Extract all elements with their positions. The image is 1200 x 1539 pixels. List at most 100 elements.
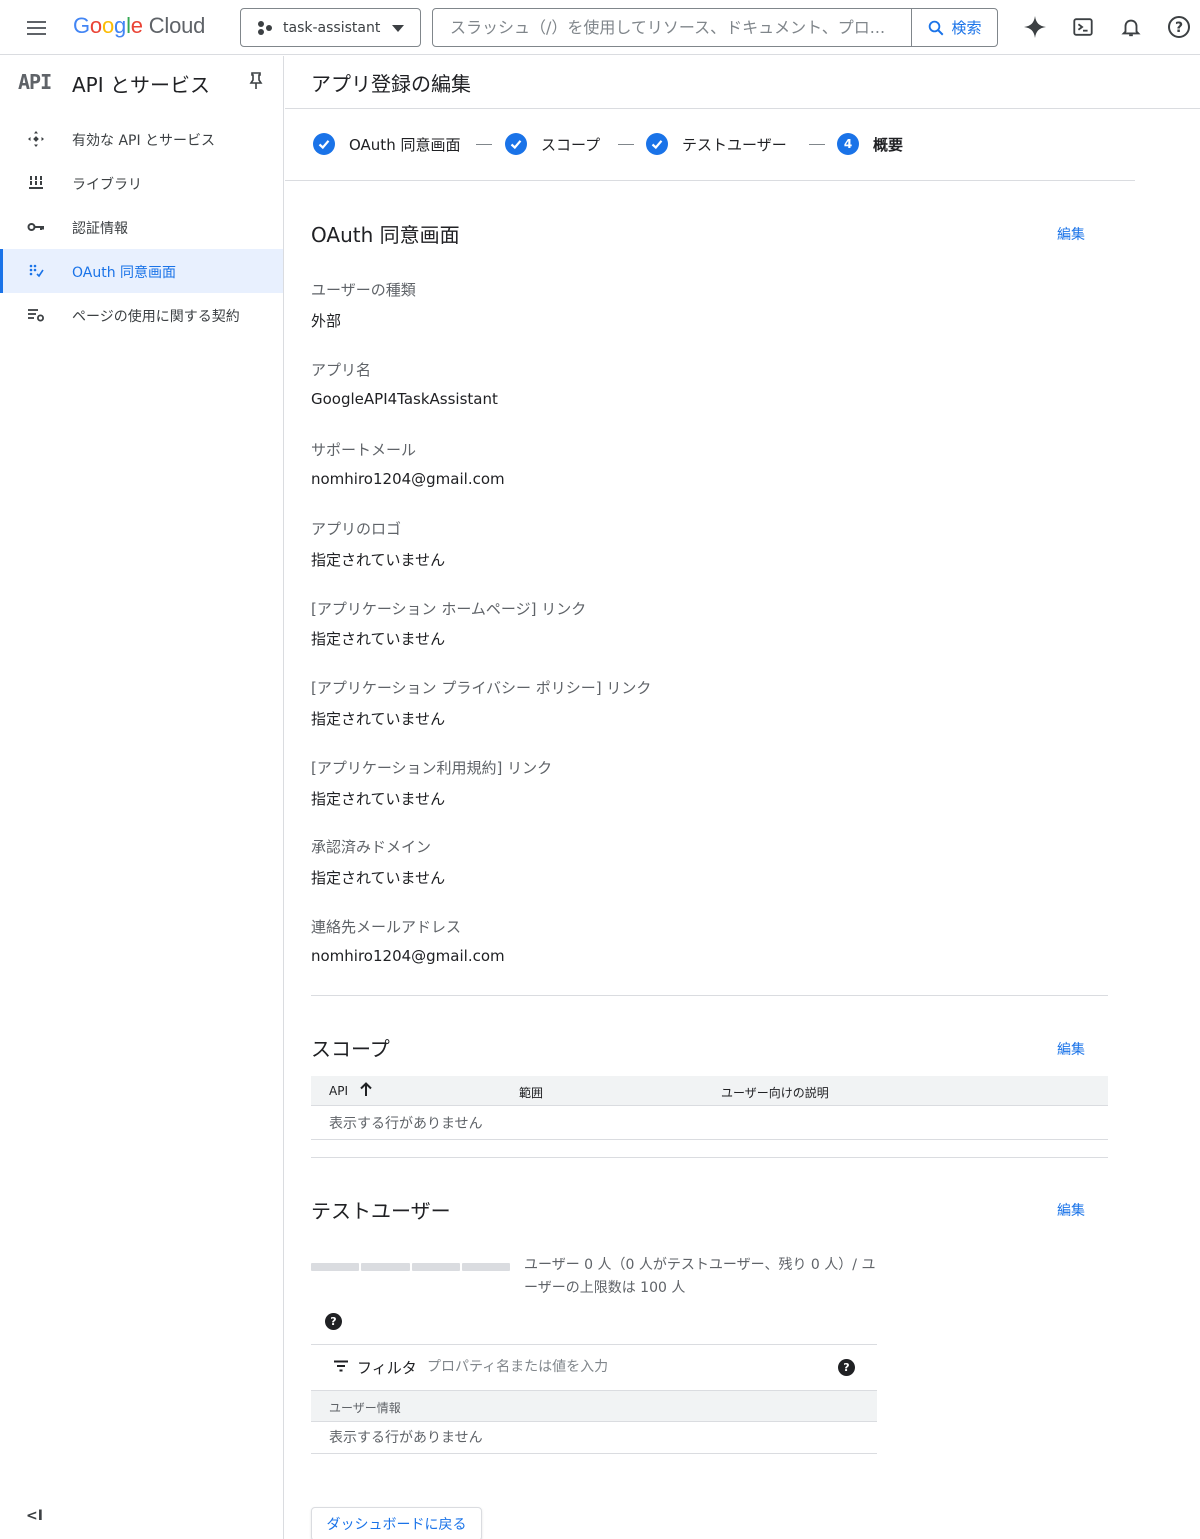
field-value-authorized-domains: 指定されていません (311, 869, 446, 887)
sidebar-item-label: ライブラリ (72, 177, 142, 193)
sort-ascending-icon[interactable] (359, 1081, 373, 1100)
field-value-privacy-policy-link: 指定されていません (311, 710, 446, 728)
sidebar-item-credentials[interactable]: 認証情報 (0, 205, 283, 249)
section-divider (311, 1157, 1108, 1158)
step-separator (618, 144, 634, 145)
stepper: OAuth 同意画面 スコープ テストユーザー 4 概要 (285, 109, 1135, 181)
edit-oauth-link[interactable]: 編集 (1057, 224, 1085, 244)
field-label-contact-email: 連絡先メールアドレス (311, 918, 462, 936)
cloud-shell-icon[interactable] (1069, 13, 1097, 41)
step-test-users[interactable]: テストユーザー (646, 133, 787, 155)
top-bar: Google Cloud task-assistant 検索 ? (0, 0, 1200, 55)
check-icon (646, 133, 668, 155)
field-label-authorized-domains: 承認済みドメイン (311, 838, 432, 856)
oauth-consent-icon (26, 261, 46, 281)
project-picker[interactable]: task-assistant (240, 8, 421, 47)
filter-icon (333, 1360, 349, 1376)
oauth-section-title: OAuth 同意画面 (311, 223, 460, 247)
user-quota-progress-bar (311, 1263, 510, 1271)
sidebar: API API とサービス 有効な API とサービス ライブラリ 認証情報 O… (0, 56, 284, 1539)
step-oauth-consent[interactable]: OAuth 同意画面 (313, 133, 460, 155)
pin-icon[interactable] (248, 72, 264, 94)
field-label-tos-link: [アプリケーション利用規約] リンク (311, 759, 553, 777)
main-content: アプリ登録の編集 OAuth 同意画面 スコープ テストユーザー 4 概要 OA… (285, 56, 1200, 1539)
progress-segment (311, 1263, 360, 1271)
key-icon (26, 217, 46, 237)
google-cloud-logo[interactable]: Google Cloud (73, 13, 205, 39)
scopes-section-title: スコープ (311, 1037, 390, 1061)
step-summary: 4 概要 (837, 133, 903, 155)
table-bottom-border (311, 1453, 877, 1454)
search-bar: 検索 (432, 8, 998, 47)
sidebar-item-enabled-apis[interactable]: 有効な API とサービス (0, 117, 283, 161)
page-usage-agreements-icon (26, 305, 46, 325)
user-count-text: ユーザー 0 人（0 人がテストユーザー、残り 0 人）/ ユーザーの上限数は … (524, 1257, 876, 1296)
step-label: OAuth 同意画面 (349, 135, 461, 154)
field-value-tos-link: 指定されていません (311, 790, 446, 808)
column-header-user-info[interactable]: ユーザー情報 (329, 1399, 401, 1416)
field-label-user-type: ユーザーの種類 (311, 281, 416, 299)
column-header-scope[interactable]: 範囲 (519, 1084, 543, 1101)
field-value-contact-email: nomhiro1204@gmail.com (311, 947, 505, 965)
step-label: 概要 (873, 135, 904, 154)
library-icon (26, 173, 46, 193)
step-separator (476, 144, 492, 145)
column-header-api[interactable]: API (329, 1084, 348, 1098)
sidebar-item-label: ページの使用に関する契約 (72, 309, 240, 325)
project-icon (257, 20, 273, 36)
check-icon (505, 133, 527, 155)
field-value-app-logo: 指定されていません (311, 551, 446, 569)
filter-bar: フィルタ ? (311, 1344, 877, 1390)
edit-test-users-link[interactable]: 編集 (1057, 1200, 1085, 1220)
filter-label: フィルタ (357, 1359, 417, 1377)
sidebar-title: API とサービス (72, 73, 210, 97)
test-users-table-header: ユーザー情報 (311, 1390, 877, 1422)
step-number: 4 (837, 133, 859, 155)
sidebar-item-page-usage-agreements[interactable]: ページの使用に関する契約 (0, 293, 283, 337)
back-to-dashboard-button[interactable]: ダッシュボードに戻る (311, 1507, 482, 1539)
filter-input[interactable] (427, 1351, 827, 1383)
sidebar-header: API API とサービス (0, 56, 283, 108)
collapse-sidebar-icon[interactable]: <I (26, 1508, 43, 1524)
step-separator (809, 144, 825, 145)
notifications-bell-icon[interactable] (1117, 13, 1145, 41)
field-value-user-type: 外部 (311, 312, 342, 330)
gemini-sparkle-icon[interactable] (1021, 13, 1049, 41)
field-label-support-email: サポートメール (311, 441, 417, 459)
test-users-section-title: テストユーザー (311, 1199, 451, 1223)
sidebar-item-label: 有効な API とサービス (72, 133, 216, 149)
step-scopes[interactable]: スコープ (505, 133, 600, 155)
hamburger-menu-icon[interactable] (22, 14, 50, 42)
sidebar-item-label: OAuth 同意画面 (72, 265, 177, 281)
field-value-app-name: GoogleAPI4TaskAssistant (311, 390, 498, 408)
sidebar-item-library[interactable]: ライブラリ (0, 161, 283, 205)
search-button[interactable]: 検索 (911, 9, 997, 46)
page-title: アプリ登録の編集 (311, 72, 471, 96)
field-value-support-email: nomhiro1204@gmail.com (311, 470, 505, 488)
step-label: スコープ (541, 135, 601, 154)
column-header-user-description[interactable]: ユーザー向けの説明 (721, 1084, 829, 1101)
help-circle-icon[interactable]: ? (325, 1313, 342, 1330)
sidebar-item-label: 認証情報 (72, 221, 128, 237)
progress-segment (461, 1263, 510, 1271)
progress-segment (411, 1263, 460, 1271)
field-value-homepage-link: 指定されていません (311, 630, 446, 648)
edit-scopes-link[interactable]: 編集 (1057, 1039, 1085, 1059)
search-icon (929, 20, 944, 35)
svg-text:?: ? (1175, 20, 1183, 36)
section-divider (311, 995, 1108, 996)
field-label-app-name: アプリ名 (311, 361, 372, 379)
help-circle-icon[interactable]: ? (838, 1359, 855, 1376)
api-logo: API (18, 70, 52, 94)
progress-segment (361, 1263, 410, 1271)
project-name: task-assistant (283, 19, 381, 36)
field-label-privacy-policy-link: [アプリケーション プライバシー ポリシー] リンク (311, 679, 652, 697)
search-button-label: 検索 (951, 19, 982, 37)
table-bottom-border (311, 1139, 1108, 1140)
help-icon[interactable]: ? (1165, 13, 1193, 41)
sidebar-item-oauth-consent[interactable]: OAuth 同意画面 (0, 249, 283, 293)
check-icon (313, 133, 335, 155)
field-label-homepage-link: [アプリケーション ホームページ] リンク (311, 600, 587, 618)
search-input[interactable] (433, 9, 913, 46)
enabled-apis-icon (26, 129, 46, 149)
